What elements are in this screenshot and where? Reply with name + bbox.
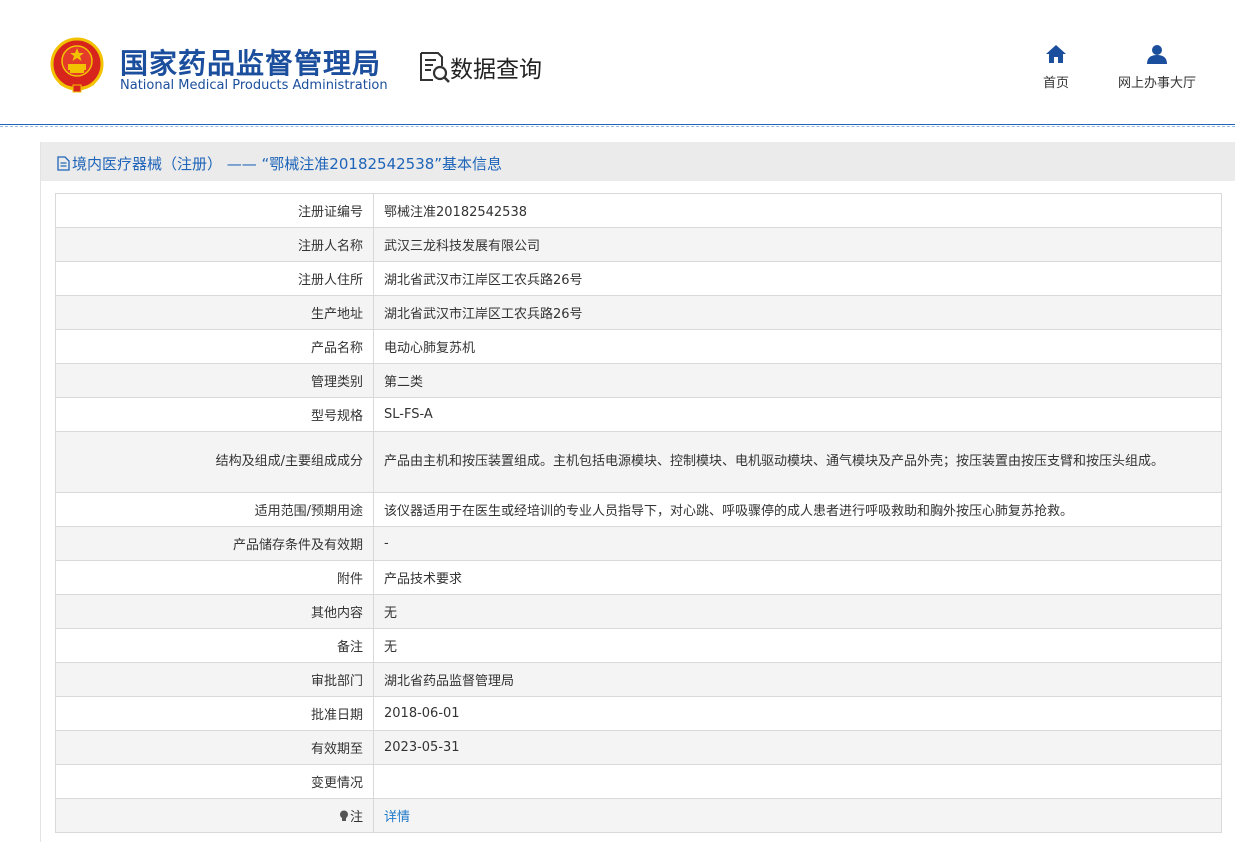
field-value: 无 (373, 628, 1222, 663)
details-link[interactable]: 详情 (384, 810, 410, 825)
panel-title: 境内医疗器械（注册） —— “鄂械注准20182542538”基本信息 (57, 153, 502, 174)
table-row: 结构及组成/主要组成成分 产品由主机和按压装置组成。主机包括电源模块、控制模块、电… (55, 431, 1222, 493)
lightbulb-icon (339, 810, 348, 821)
table-row: 生产地址 湖北省武汉市江岸区工农兵路26号 (55, 295, 1222, 330)
table-row: 附件 产品技术要求 (55, 560, 1222, 595)
data-query-label: 数据查询 (450, 57, 542, 83)
note-label-cell: 注 (55, 798, 374, 833)
field-value: 无 (373, 594, 1222, 629)
national-emblem-icon (50, 37, 104, 93)
field-label: 其他内容 (55, 594, 374, 629)
home-icon (1046, 45, 1066, 63)
table-row: 备注无 (55, 628, 1222, 663)
document-icon (57, 156, 70, 171)
field-value: 湖北省武汉市江岸区工农兵路26号 (373, 261, 1222, 296)
field-value: 鄂械注准20182542538 (373, 193, 1222, 228)
field-value: 湖北省药品监督管理局 (373, 662, 1222, 697)
field-label: 管理类别 (55, 363, 374, 398)
table-row: 管理类别 第二类 (55, 363, 1222, 398)
field-label: 注册人名称 (55, 227, 374, 262)
field-label: 产品储存条件及有效期 (55, 526, 374, 561)
field-value: 产品技术要求 (373, 560, 1222, 595)
document-search-icon (420, 52, 450, 83)
field-label: 有效期至 (55, 730, 374, 765)
field-label: 注册证编号 (55, 193, 374, 228)
table-row: 有效期至 2023-05-31 (55, 730, 1222, 765)
header-divider-dashed (0, 126, 1235, 127)
site-header: 国家药品监督管理局 National Medical Products Admi… (0, 0, 1235, 124)
nav-home-label: 首页 (1042, 76, 1069, 91)
detail-panel: 境内医疗器械（注册） —— “鄂械注准20182542538”基本信息 注册证编… (40, 142, 1235, 842)
field-value: - (373, 526, 1222, 561)
table-row: 注册证编号 鄂械注准20182542538 (55, 193, 1222, 228)
table-row: 产品名称 电动心肺复苏机 (55, 329, 1222, 364)
table-row: 其他内容无 (55, 594, 1222, 629)
table-row-note: 注 详情 (55, 798, 1222, 833)
header-divider (0, 124, 1235, 125)
field-label: 备注 (55, 628, 374, 663)
field-label: 批准日期 (55, 696, 374, 731)
field-value: 2023-05-31 (373, 730, 1222, 765)
brand-title-cn: 国家药品监督管理局 (120, 47, 382, 80)
brand-title-en: National Medical Products Administration (120, 78, 388, 93)
field-label: 附件 (55, 560, 374, 595)
field-value: 2018-06-01 (373, 696, 1222, 731)
field-value (373, 764, 1222, 799)
field-label: 生产地址 (55, 295, 374, 330)
field-label: 型号规格 (55, 397, 374, 432)
field-label: 产品名称 (55, 329, 374, 364)
field-value: SL-FS-A (373, 397, 1222, 432)
nav-online-hall-label: 网上办事大厅 (1117, 76, 1196, 91)
note-value-cell: 详情 (373, 798, 1222, 833)
field-value: 湖北省武汉市江岸区工农兵路26号 (373, 295, 1222, 330)
panel-header: 境内医疗器械（注册） —— “鄂械注准20182542538”基本信息 (41, 142, 1235, 181)
field-value: 该仪器适用于在医生或经培训的专业人员指导下，对心跳、呼吸骤停的成人患者进行呼吸救… (373, 492, 1222, 527)
data-query-title: 数据查询 (418, 50, 542, 84)
info-table: 注册证编号 鄂械注准20182542538 注册人名称 武汉三龙科技发展有限公司 注册人… (55, 193, 1222, 833)
table-row: 型号规格 SL-FS-A (55, 397, 1222, 432)
table-row: 产品储存条件及有效期 - (55, 526, 1222, 561)
field-label: 审批部门 (55, 662, 374, 697)
panel-title-text: 境内医疗器械（注册） —— “鄂械注准20182542538”基本信息 (72, 155, 503, 173)
field-label: 变更情况 (55, 764, 374, 799)
field-value: 第二类 (373, 363, 1222, 398)
field-value: 电动心肺复苏机 (373, 329, 1222, 364)
table-row: 批准日期 2018-06-01 (55, 696, 1222, 731)
table-row: 适用范围/预期用途 该仪器适用于在医生或经培训的专业人员指导下，对心跳、呼吸骤停的… (55, 492, 1222, 527)
field-label: 结构及组成/主要组成成分 (55, 431, 374, 493)
nav-home[interactable]: 首页 (1036, 44, 1076, 91)
nav-online-hall[interactable]: 网上办事大厅 (1108, 44, 1206, 91)
field-value: 产品由主机和按压装置组成。主机包括电源模块、控制模块、电机驱动模块、通气模块及产… (373, 431, 1222, 493)
user-icon (1147, 45, 1167, 64)
table-row: 注册人住所 湖北省武汉市江岸区工农兵路26号 (55, 261, 1222, 296)
table-row: 变更情况 (55, 764, 1222, 799)
table-row: 审批部门 湖北省药品监督管理局 (55, 662, 1222, 697)
field-value: 武汉三龙科技发展有限公司 (373, 227, 1222, 262)
field-label: 适用范围/预期用途 (55, 492, 374, 527)
field-label: 注册人住所 (55, 261, 374, 296)
note-label: 注 (349, 810, 363, 825)
table-row: 注册人名称 武汉三龙科技发展有限公司 (55, 227, 1222, 262)
